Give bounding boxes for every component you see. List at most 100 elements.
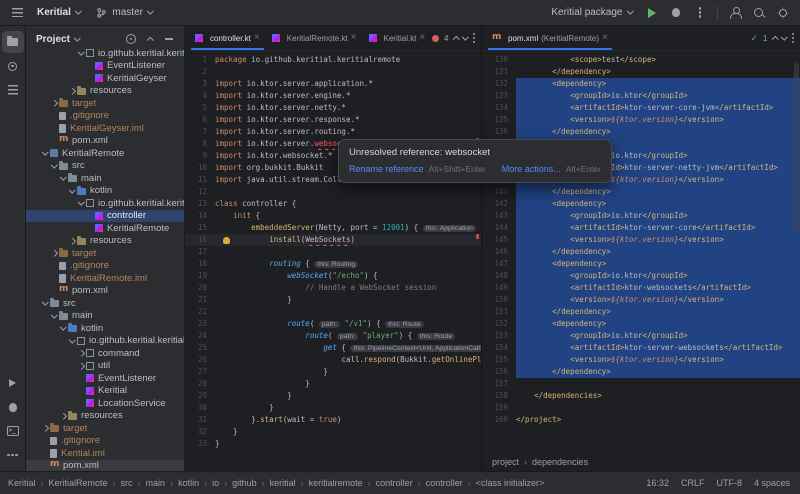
line-number[interactable]: 1: [185, 54, 215, 66]
line-number[interactable]: 149: [482, 282, 516, 294]
chevron-down-icon[interactable]: [69, 186, 75, 192]
code-line[interactable]: 7import io.ktor.server.routing.*: [185, 126, 481, 138]
code-line[interactable]: 158 </dependencies>: [482, 390, 800, 402]
chevron-right-icon[interactable]: [78, 350, 84, 356]
line-number[interactable]: 25: [185, 342, 215, 354]
line-number[interactable]: 155: [482, 354, 516, 366]
tree-item[interactable]: KeritialRemote.iml: [26, 272, 184, 285]
chevron-down-icon[interactable]: [51, 161, 57, 167]
line-number[interactable]: 29: [185, 390, 215, 402]
code-line[interactable]: 25 get { this: PipelineContext<Unit, App…: [185, 342, 481, 354]
code-line[interactable]: 149 <artifactId>ktor-websockets</artifac…: [482, 282, 800, 294]
tree-item[interactable]: Keritial: [26, 385, 184, 398]
line-number[interactable]: 156: [482, 366, 516, 378]
main-menu-button[interactable]: [6, 2, 28, 24]
code-line[interactable]: 155 <version>${ktor.version}</version>: [482, 354, 800, 366]
more-run-actions-button[interactable]: [689, 2, 711, 24]
code-line[interactable]: 3import io.ktor.server.application.*: [185, 78, 481, 90]
line-number[interactable]: 22: [185, 306, 215, 318]
prev-problem-icon[interactable]: [772, 36, 778, 42]
code-line[interactable]: 154 <artifactId>ktor-server-websockets</…: [482, 342, 800, 354]
tree-item[interactable]: KeritialGeyser.iml: [26, 122, 184, 135]
line-number[interactable]: 32: [185, 426, 215, 438]
code-line[interactable]: 148 <groupId>io.ktor</groupId>: [482, 270, 800, 282]
breadcrumb-item[interactable]: main: [133, 478, 166, 488]
tree-item[interactable]: command: [26, 347, 184, 360]
line-number[interactable]: 3: [185, 78, 215, 90]
close-icon[interactable]: [602, 33, 608, 43]
locate-file-button[interactable]: [122, 30, 140, 48]
tree-item[interactable]: KeritialGeyser: [26, 72, 184, 85]
code-line[interactable]: 19 webSocket("/echo") {: [185, 270, 481, 282]
chevron-right-icon[interactable]: [42, 425, 48, 431]
code-line[interactable]: 32 }: [185, 426, 481, 438]
line-number[interactable]: 152: [482, 318, 516, 330]
hide-panel-button[interactable]: [160, 30, 178, 48]
code-line[interactable]: 14 init {: [185, 210, 481, 222]
line-number[interactable]: 146: [482, 246, 516, 258]
breadcrumb-item[interactable]: kotlin: [165, 478, 199, 488]
run-button[interactable]: [641, 2, 663, 24]
more-tool-button[interactable]: [2, 444, 24, 466]
line-number[interactable]: 26: [185, 354, 215, 366]
code-editor-kotlin[interactable]: 1package io.github.keritial.keritialremo…: [185, 51, 481, 471]
line-number[interactable]: 33: [185, 438, 215, 450]
code-line[interactable]: 153 <groupId>io.ktor</groupId>: [482, 330, 800, 342]
code-line[interactable]: 22: [185, 306, 481, 318]
breadcrumb-item[interactable]: controller: [363, 478, 413, 488]
line-number[interactable]: 12: [185, 186, 215, 198]
line-number[interactable]: 132: [482, 78, 516, 90]
settings-button[interactable]: [772, 2, 794, 24]
code-line[interactable]: 2: [185, 66, 481, 78]
editor-tab[interactable]: Keritial.kt: [363, 26, 431, 50]
tree-item[interactable]: util: [26, 360, 184, 373]
line-number[interactable]: 4: [185, 90, 215, 102]
debug-button[interactable]: [665, 2, 687, 24]
line-number[interactable]: 13: [185, 198, 215, 210]
line-number[interactable]: 21: [185, 294, 215, 306]
line-number[interactable]: 2: [185, 66, 215, 78]
tree-item[interactable]: src: [26, 297, 184, 310]
line-number[interactable]: 158: [482, 390, 516, 402]
line-number[interactable]: 24: [185, 330, 215, 342]
code-line[interactable]: 141 </dependency>: [482, 186, 800, 198]
next-problem-icon[interactable]: [462, 33, 468, 39]
tree-item[interactable]: KeritialRemote: [26, 222, 184, 235]
editor-tab[interactable]: pom.xml (KeritialRemote): [486, 26, 614, 50]
tree-item[interactable]: LocationService: [26, 397, 184, 410]
run-config-selector[interactable]: Keritial package: [544, 4, 639, 21]
code-line[interactable]: 6import io.ktor.server.response.*: [185, 114, 481, 126]
code-line[interactable]: 134 <artifactId>ktor-server-core-jvm</ar…: [482, 102, 800, 114]
code-line[interactable]: 29 }: [185, 390, 481, 402]
tree-item[interactable]: kotlin: [26, 322, 184, 335]
project-widget[interactable]: Keritial: [30, 4, 87, 21]
tree-item[interactable]: io.github.keritial.keritialremote: [26, 197, 184, 210]
code-line[interactable]: 151 </dependency>: [482, 306, 800, 318]
chevron-down-icon[interactable]: [60, 324, 66, 330]
breadcrumb-item[interactable]: src: [108, 478, 133, 488]
line-number[interactable]: 9: [185, 150, 215, 162]
chevron-down-icon[interactable]: [51, 311, 57, 317]
code-line[interactable]: 130 <scope>test</scope>: [482, 54, 800, 66]
tree-item[interactable]: resources: [26, 85, 184, 98]
code-line[interactable]: 13class controller {: [185, 198, 481, 210]
breadcrumb-item[interactable]: project: [492, 457, 519, 467]
code-line[interactable]: 156 </dependency>: [482, 366, 800, 378]
tree-item[interactable]: io.github.keritial.keritialgeyser: [26, 47, 184, 60]
close-icon[interactable]: [351, 33, 357, 43]
tree-item[interactable]: EventListener: [26, 60, 184, 73]
line-number[interactable]: 16: [185, 234, 215, 246]
code-line[interactable]: 147 <dependency>: [482, 258, 800, 270]
line-number[interactable]: 142: [482, 198, 516, 210]
more-icon[interactable]: [792, 37, 795, 40]
line-number[interactable]: 147: [482, 258, 516, 270]
code-editor-xml[interactable]: 130 <scope>test</scope>131 </dependency>…: [482, 51, 800, 453]
line-number[interactable]: 17: [185, 246, 215, 258]
code-line[interactable]: 33}: [185, 438, 481, 450]
code-line[interactable]: 146 </dependency>: [482, 246, 800, 258]
code-line[interactable]: 142 <dependency>: [482, 198, 800, 210]
breadcrumb-item[interactable]: io: [199, 478, 219, 488]
tree-item[interactable]: io.github.keritial.keritial: [26, 335, 184, 348]
run-tool-button[interactable]: [2, 372, 24, 394]
line-number[interactable]: 136: [482, 126, 516, 138]
